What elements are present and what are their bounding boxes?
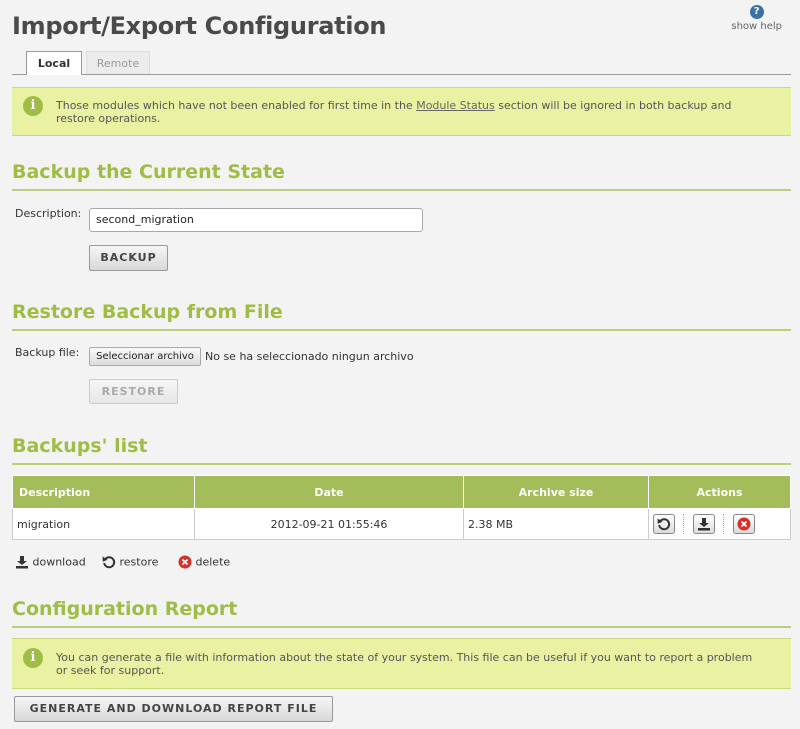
restore-button[interactable]: RESTORE (89, 379, 178, 404)
module-status-link[interactable]: Module Status (416, 99, 495, 112)
legend-delete: delete (178, 555, 230, 569)
show-help-link[interactable]: ? show help (731, 5, 782, 32)
table-row: migration 2012-09-21 01:55:46 2.38 MB (12, 508, 791, 540)
report-divider (12, 626, 791, 628)
backups-list-divider (12, 463, 791, 465)
restore-heading: Restore Backup from File (12, 301, 283, 323)
help-icon: ? (749, 5, 764, 19)
cell-date: 2012-09-21 01:55:46 (194, 508, 464, 540)
download-icon (698, 518, 710, 531)
download-action-button[interactable] (693, 514, 715, 534)
cell-description: migration (12, 508, 195, 540)
file-status-text: No se ha seleccionado ningun archivo (205, 350, 414, 363)
notice-text-before: Those modules which have not been enable… (56, 99, 417, 112)
report-heading: Configuration Report (12, 598, 238, 620)
restore-divider (12, 329, 791, 331)
action-separator (683, 514, 685, 534)
description-input[interactable]: second_migration (89, 208, 423, 232)
backup-button[interactable]: BACKUP (89, 245, 168, 271)
page-title: Import/Export Configuration (12, 12, 387, 40)
modules-notice-text: Those modules which have not been enable… (56, 99, 761, 125)
backup-heading: Backup the Current State (12, 161, 285, 183)
delete-icon (737, 517, 751, 531)
tab-local[interactable]: Local (26, 51, 82, 75)
info-icon: i (23, 96, 43, 116)
column-header-size: Archive size (463, 475, 649, 509)
legend-restore-label: restore (119, 555, 159, 569)
restore-action-button[interactable] (653, 514, 675, 534)
tab-remote[interactable]: Remote (86, 51, 150, 74)
report-notice-text: You can generate a file with information… (56, 651, 753, 677)
column-header-description: Description (12, 475, 195, 509)
cell-actions (648, 508, 791, 540)
description-label: Description: (15, 207, 82, 220)
cell-size: 2.38 MB (463, 508, 649, 540)
action-separator (723, 514, 725, 534)
choose-file-button[interactable]: Seleccionar archivo (89, 347, 201, 366)
legend-download: download (15, 555, 86, 569)
modules-notice: i Those modules which have not been enab… (12, 87, 791, 136)
legend-restore: restore (102, 555, 158, 569)
backups-table: Description Date Archive size Actions mi… (12, 475, 791, 540)
legend-download-label: download (32, 555, 86, 569)
download-icon (16, 556, 28, 569)
column-header-date: Date (194, 475, 464, 509)
generate-report-button[interactable]: GENERATE AND DOWNLOAD REPORT FILE (14, 696, 333, 722)
legend-delete-label: delete (195, 555, 231, 569)
report-notice: i You can generate a file with informati… (12, 638, 791, 689)
column-header-actions: Actions (648, 475, 791, 509)
backups-list-heading: Backups' list (12, 435, 148, 457)
backup-file-label: Backup file: (15, 346, 80, 359)
restore-icon (657, 518, 671, 531)
info-icon: i (23, 648, 43, 668)
show-help-label: show help (731, 21, 782, 32)
backup-divider (12, 189, 791, 191)
table-header-row: Description Date Archive size Actions (12, 475, 791, 509)
delete-action-button[interactable] (733, 514, 755, 534)
delete-icon (178, 555, 192, 569)
restore-icon (102, 556, 116, 569)
